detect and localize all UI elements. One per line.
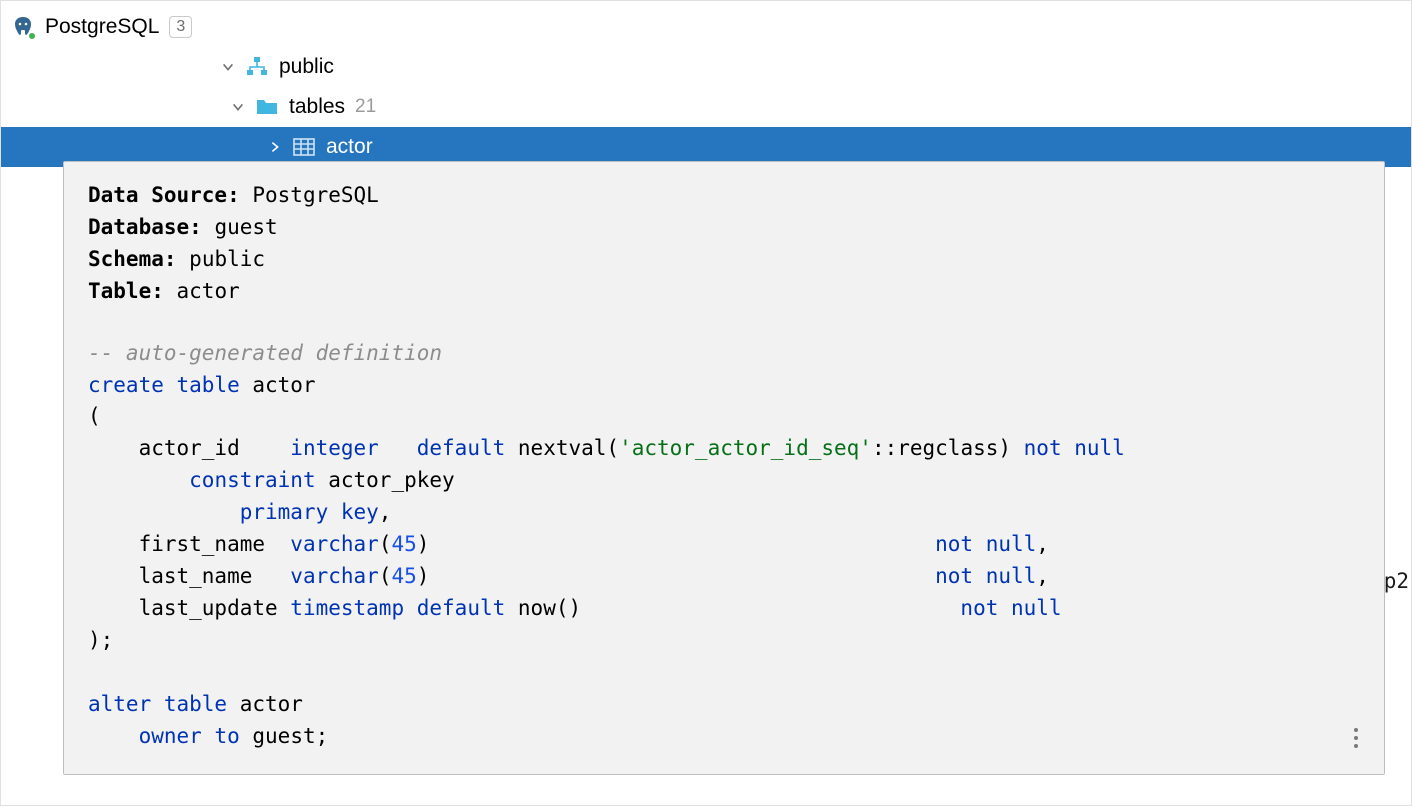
tree-label: tables xyxy=(289,95,345,119)
meta-schema: Schema: public xyxy=(88,244,1360,276)
more-options-icon[interactable] xyxy=(1344,726,1368,750)
database-tree: PostgreSQL 3 public tables 21 xyxy=(1,1,1411,167)
quick-documentation-popup: Data Source: PostgreSQL Database: guest … xyxy=(63,161,1385,775)
sql-definition: -- auto-generated definition create tabl… xyxy=(88,338,1360,753)
chevron-right-icon xyxy=(266,138,284,156)
chevron-down-icon xyxy=(219,58,237,76)
tree-label: PostgreSQL xyxy=(45,15,159,39)
chevron-down-icon xyxy=(229,98,247,116)
tree-label: actor xyxy=(326,135,373,159)
tables-count: 21 xyxy=(355,96,376,118)
meta-database: Database: guest xyxy=(88,212,1360,244)
background-text-fragment: p2 xyxy=(1384,569,1409,593)
meta-table: Table: actor xyxy=(88,276,1360,308)
tree-node-schema[interactable]: public xyxy=(1,47,1411,87)
table-icon xyxy=(292,135,316,159)
tree-node-tables-folder[interactable]: tables 21 xyxy=(1,87,1411,127)
tree-label: public xyxy=(279,55,334,79)
meta-datasource: Data Source: PostgreSQL xyxy=(88,180,1360,212)
postgresql-icon xyxy=(11,15,35,39)
datasource-badge: 3 xyxy=(169,16,192,38)
schema-icon xyxy=(245,55,269,79)
folder-icon xyxy=(255,95,279,119)
tree-node-datasource[interactable]: PostgreSQL 3 xyxy=(1,7,1411,47)
